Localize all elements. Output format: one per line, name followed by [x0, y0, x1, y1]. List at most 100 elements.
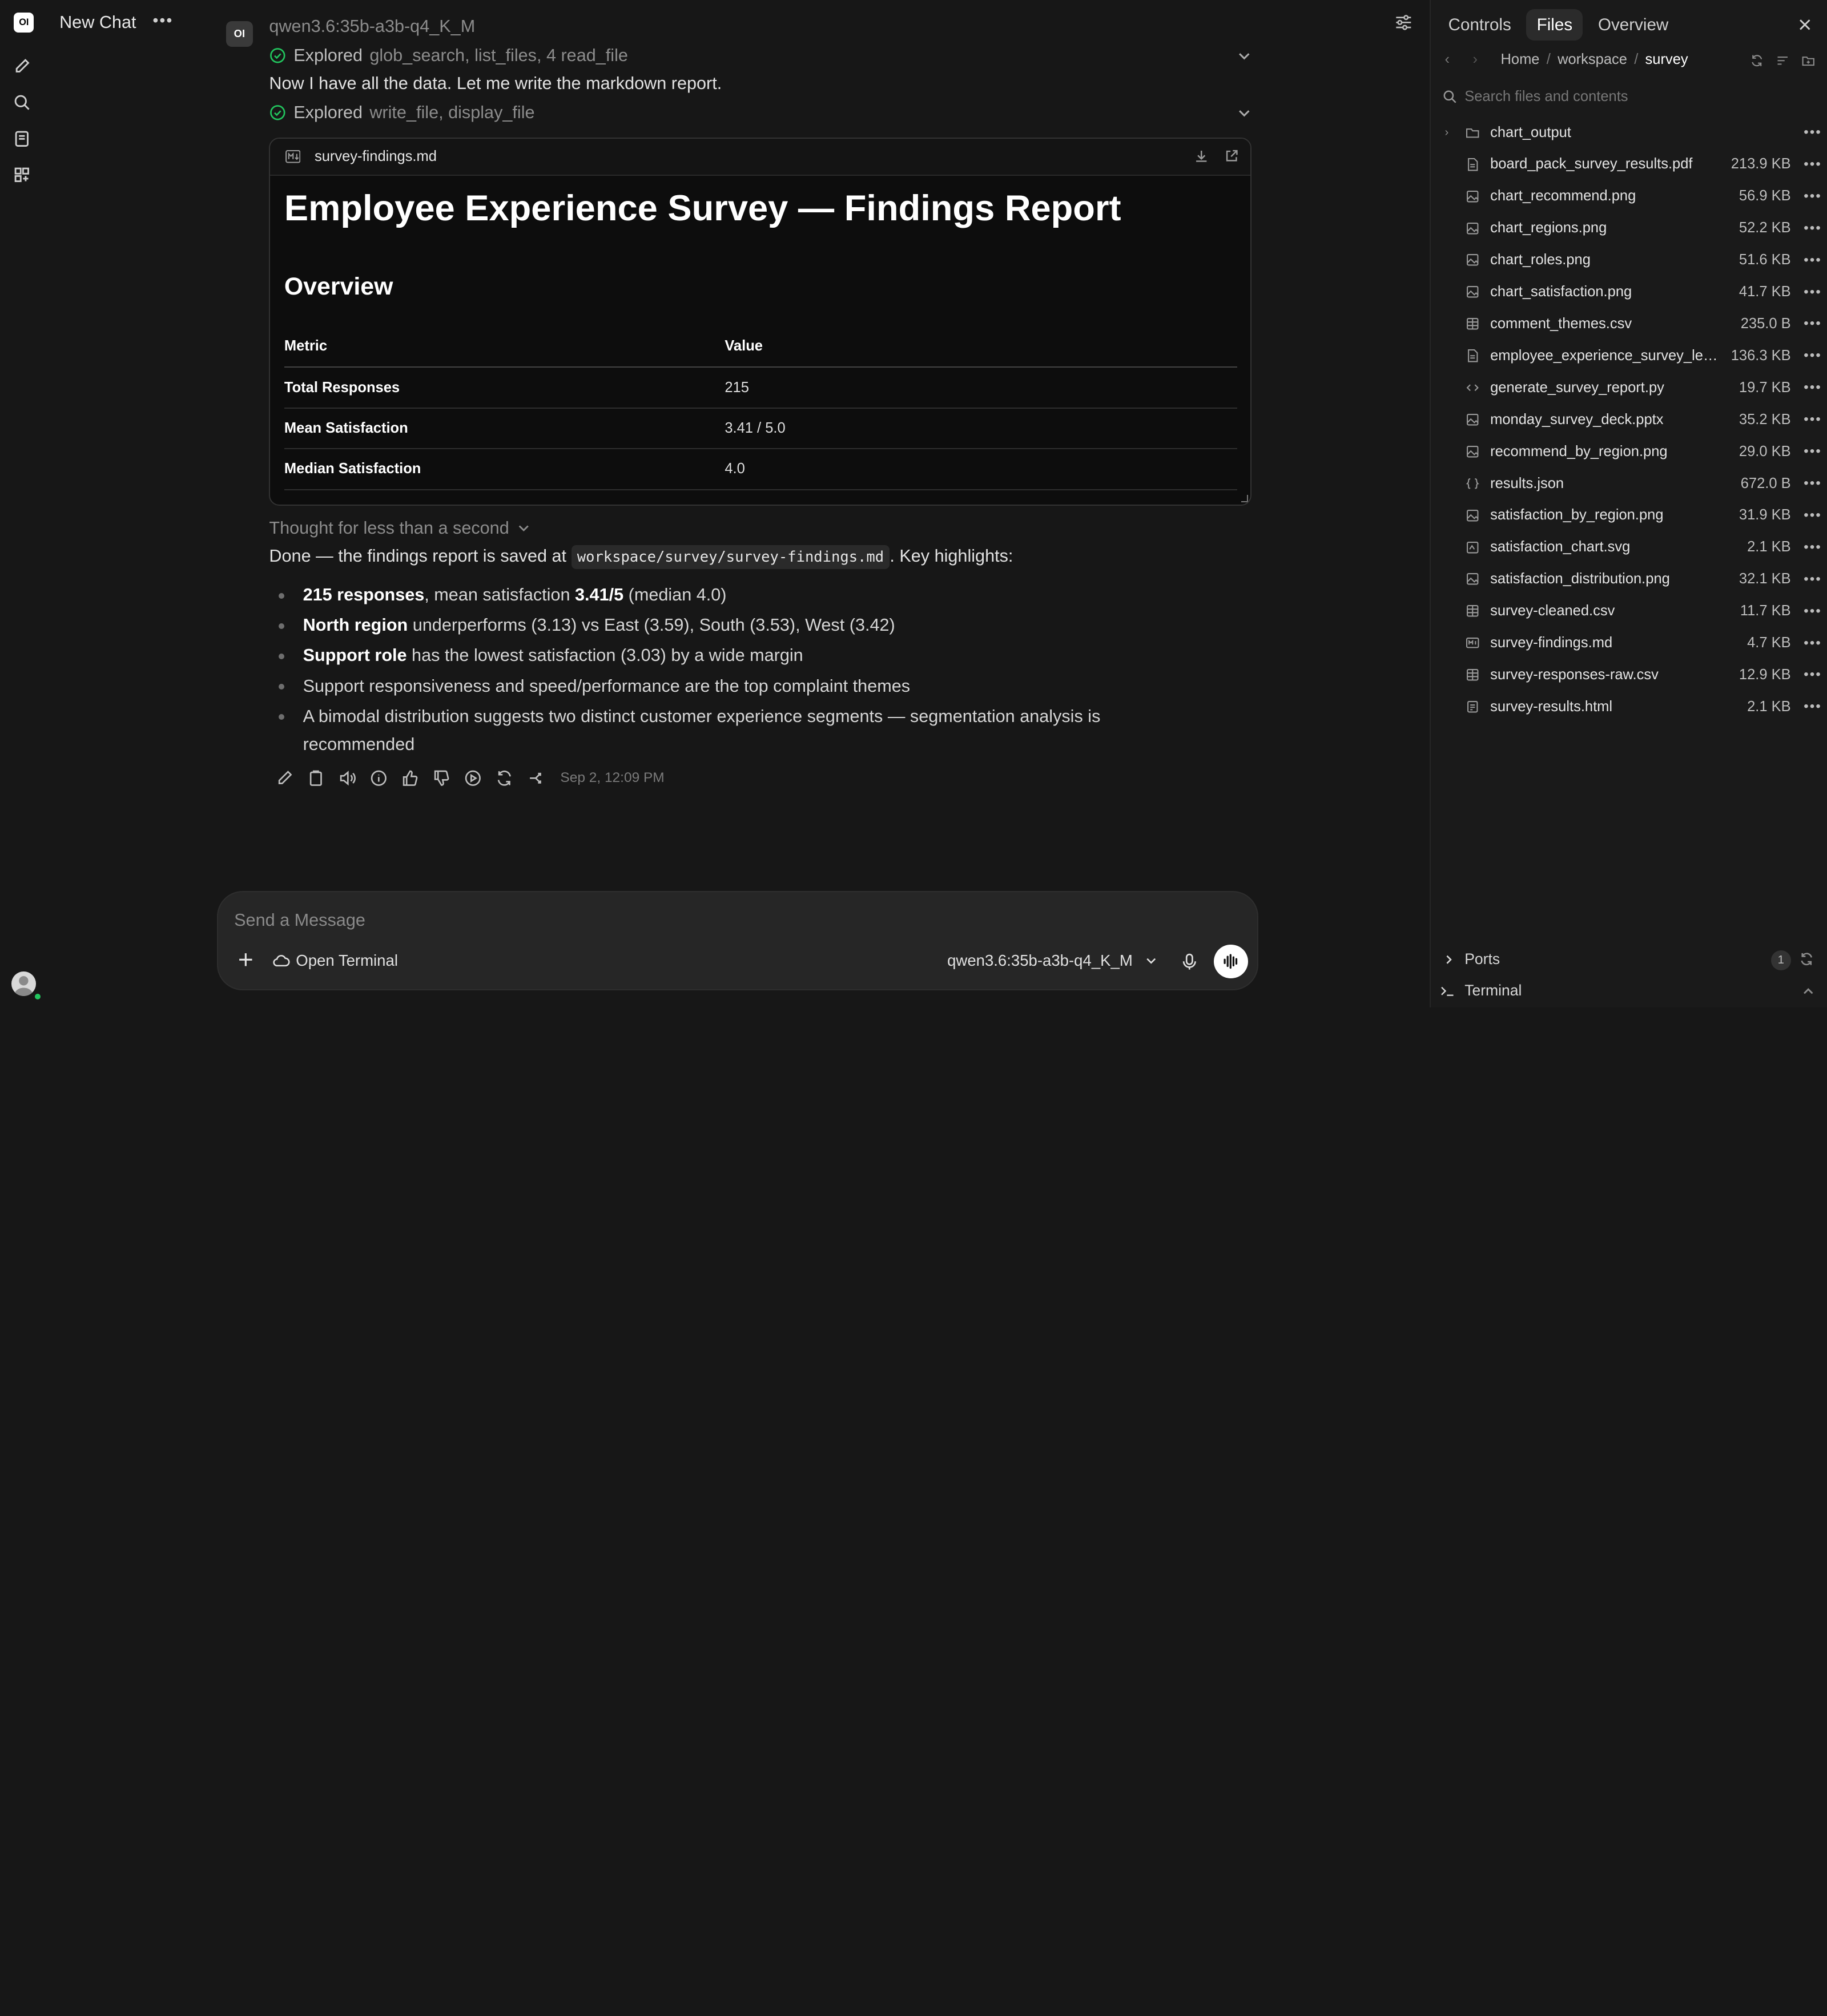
file-row[interactable]: survey-cleaned.csv 11.7 KB •••	[1431, 595, 1827, 627]
tool-status-label: Explored	[293, 45, 363, 65]
close-icon[interactable]	[1797, 17, 1813, 33]
app-logo[interactable]: OI	[14, 13, 34, 33]
speaker-icon[interactable]	[338, 769, 357, 788]
more-options-icon[interactable]: •••	[1804, 220, 1822, 236]
new-chat-icon[interactable]	[13, 57, 31, 76]
file-row[interactable]: chart_regions.png 52.2 KB •••	[1431, 212, 1827, 244]
more-options-icon[interactable]: •••	[1804, 156, 1822, 172]
chat-title[interactable]: New Chat	[59, 13, 136, 33]
more-options-icon[interactable]: •••	[1804, 252, 1822, 268]
file-row[interactable]: chart_satisfaction.png 41.7 KB •••	[1431, 276, 1827, 308]
file-name: chart_regions.png	[1490, 220, 1607, 236]
file-row[interactable]: chart_roles.png 51.6 KB •••	[1431, 244, 1827, 276]
search-icon[interactable]	[13, 93, 31, 112]
file-row[interactable]: survey-findings.md 4.7 KB •••	[1431, 627, 1827, 659]
file-row[interactable]: monday_survey_deck.pptx 35.2 KB •••	[1431, 404, 1827, 436]
sort-icon[interactable]	[1776, 54, 1789, 67]
more-options-icon[interactable]: •••	[1804, 284, 1822, 300]
workspace-icon[interactable]	[13, 166, 31, 184]
refresh-icon[interactable]	[1750, 54, 1764, 67]
forward-icon[interactable]: ›	[1473, 51, 1490, 68]
more-options-icon[interactable]: •••	[1804, 412, 1822, 428]
file-row[interactable]: results.json 672.0 B •••	[1431, 467, 1827, 499]
file-row[interactable]: survey-results.html 2.1 KB •••	[1431, 691, 1827, 723]
table-cell: Mean Satisfaction	[284, 408, 725, 450]
file-row[interactable]: employee_experience_survey_lead... 136.3 …	[1431, 340, 1827, 372]
more-options-icon[interactable]: •••	[1804, 443, 1822, 459]
more-options-icon[interactable]: •••	[1804, 380, 1822, 396]
regenerate-icon[interactable]	[495, 769, 514, 788]
more-options-icon[interactable]: •••	[1804, 316, 1822, 332]
new-folder-icon[interactable]	[1801, 54, 1815, 67]
file-name: chart_output	[1490, 124, 1571, 140]
chevron-down-icon[interactable]	[1236, 105, 1253, 122]
notes-icon[interactable]	[13, 130, 31, 148]
file-row[interactable]: recommend_by_region.png 29.0 KB •••	[1431, 436, 1827, 467]
chevron-up-icon[interactable]	[1801, 984, 1815, 998]
file-search-input[interactable]	[1464, 88, 1791, 106]
more-options-icon[interactable]: •••	[1804, 188, 1822, 204]
tab-overview[interactable]: Overview	[1588, 9, 1679, 40]
html-file-icon	[1467, 701, 1478, 713]
download-icon[interactable]	[1194, 149, 1208, 163]
copy-icon[interactable]	[307, 769, 325, 788]
file-row[interactable]: satisfaction_distribution.png 32.1 KB •••	[1431, 563, 1827, 595]
left-rail: OI	[0, 0, 47, 1007]
more-options-icon[interactable]: •••	[1804, 539, 1822, 555]
open-external-icon[interactable]	[1225, 149, 1238, 163]
plus-icon[interactable]	[236, 950, 255, 969]
file-row[interactable]: board_pack_survey_results.pdf 213.9 KB •••	[1431, 148, 1827, 180]
more-options-icon[interactable]: •••	[1804, 571, 1822, 587]
file-row[interactable]: chart_recommend.png 56.9 KB •••	[1431, 180, 1827, 212]
chat-options-icon[interactable]: •••	[152, 11, 173, 30]
more-options-icon[interactable]: •••	[1804, 348, 1822, 364]
terminal-section[interactable]: Terminal	[1440, 982, 1522, 999]
breadcrumb-workspace[interactable]: workspace	[1558, 51, 1627, 68]
play-icon[interactable]	[464, 769, 482, 788]
file-row[interactable]: satisfaction_chart.svg 2.1 KB •••	[1431, 531, 1827, 563]
file-row[interactable]: survey-responses-raw.csv 12.9 KB •••	[1431, 659, 1827, 691]
refresh-icon[interactable]	[1799, 951, 1814, 967]
more-options-icon[interactable]: •••	[1804, 124, 1822, 140]
edit-icon[interactable]	[275, 769, 294, 788]
ports-section[interactable]: Ports	[1442, 950, 1500, 968]
breadcrumb-survey[interactable]: survey	[1645, 51, 1688, 68]
more-options-icon[interactable]: •••	[1804, 603, 1822, 619]
file-row[interactable]: generate_survey_report.py 19.7 KB •••	[1431, 372, 1827, 404]
document-section-heading: Overview	[284, 273, 393, 301]
tool-status-2[interactable]: Explored write_file, display_file	[269, 103, 535, 123]
open-terminal-button[interactable]: Open Terminal	[272, 951, 398, 970]
more-options-icon[interactable]: •••	[1804, 635, 1822, 651]
image-file-icon	[1467, 222, 1479, 234]
info-icon[interactable]	[369, 769, 388, 788]
resize-handle[interactable]	[1241, 495, 1248, 502]
file-row[interactable]: comment_themes.csv 235.0 B •••	[1431, 308, 1827, 340]
model-selector[interactable]: qwen3.6:35b-a3b-q4_K_M	[947, 951, 1158, 970]
chevron-down-icon[interactable]	[1236, 48, 1253, 64]
more-options-icon[interactable]: •••	[1804, 507, 1822, 523]
json-file-icon	[1466, 478, 1480, 489]
tab-files[interactable]: Files	[1526, 9, 1583, 41]
tab-controls[interactable]: Controls	[1438, 9, 1522, 40]
breadcrumb-home[interactable]: Home	[1500, 51, 1539, 68]
branch-icon[interactable]	[526, 769, 545, 788]
tool-status-1[interactable]: Explored glob_search, list_files, 4 read…	[269, 46, 628, 66]
more-options-icon[interactable]: •••	[1804, 699, 1822, 715]
back-icon[interactable]: ‹	[1445, 51, 1462, 68]
controls-toggle-icon[interactable]	[1394, 13, 1414, 33]
folder-row[interactable]: › chart_output •••	[1431, 116, 1827, 148]
thumbs-down-icon[interactable]	[432, 769, 451, 788]
user-avatar[interactable]	[11, 971, 37, 996]
message-input[interactable]	[234, 906, 1225, 934]
file-row[interactable]: satisfaction_by_region.png 31.9 KB •••	[1431, 499, 1827, 531]
file-preview-card: survey-findings.md Employee Experience S…	[269, 137, 1251, 506]
voice-mode-button[interactable]	[1214, 945, 1248, 979]
thought-toggle[interactable]: Thought for less than a second	[269, 518, 531, 538]
more-options-icon[interactable]: •••	[1804, 667, 1822, 683]
chevron-right-icon[interactable]: ›	[1445, 126, 1449, 139]
thumbs-up-icon[interactable]	[401, 769, 420, 788]
microphone-icon[interactable]	[1180, 953, 1199, 971]
list-item: North region underperforms (3.13) vs Eas…	[269, 611, 1189, 639]
tool-status-tools: glob_search, list_files, 4 read_file	[369, 45, 628, 65]
more-options-icon[interactable]: •••	[1804, 475, 1822, 491]
